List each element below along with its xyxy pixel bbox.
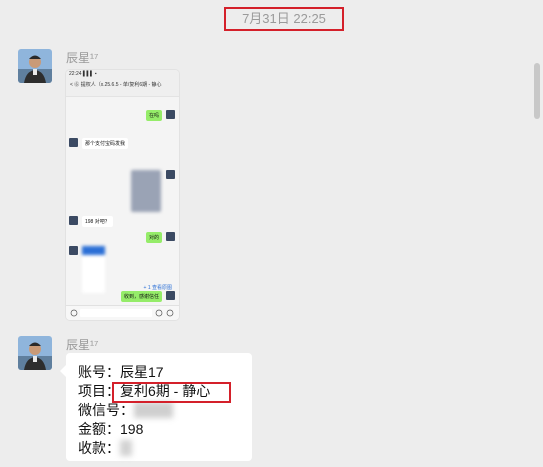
amount-value: 198 (120, 421, 144, 437)
screenshot-bubble: 对的 (145, 232, 162, 243)
screenshot-bubble: 198 对吧？ (82, 216, 113, 227)
sender-avatar[interactable] (18, 49, 52, 83)
screenshot-statusbar: 22:24 ▌▌▌ ▪ (69, 71, 97, 77)
screenshot-avatar (166, 170, 175, 179)
account-label: 账号： (78, 364, 120, 380)
account-value: 辰星17 (120, 364, 164, 380)
screenshot-avatar (166, 291, 175, 300)
screenshot-blurred-image (131, 170, 161, 212)
screenshot-input-bar (66, 305, 179, 320)
screenshot-chat-name: < ⑥ 提权人（x.25.6.5 - 单/复利6期 - 静心 (70, 82, 162, 88)
payee-value (120, 440, 132, 456)
screenshot-avatar (69, 138, 78, 147)
message-bubble[interactable]: 账号：辰星17 项目：复利6期 - 静心 微信号： 金额：198 收款： (60, 353, 252, 461)
scrollbar-thumb[interactable] (534, 63, 540, 119)
amount-label: 金额： (78, 421, 120, 437)
screenshot-avatar (166, 110, 175, 119)
screenshot-bubble: 那个支付宝码发我 (82, 138, 129, 149)
wechat-id-value (134, 402, 173, 418)
screenshot-blurred-card (82, 246, 105, 293)
sender-name: 辰星¹⁷ (66, 51, 99, 65)
wechat-id-label: 微信号： (78, 402, 134, 418)
screenshot-bubble: 收到，感谢信任 (120, 291, 162, 302)
sender-name: 辰星¹⁷ (66, 338, 99, 352)
payee-line: 收款： (78, 439, 132, 457)
account-line: 账号：辰星17 (78, 363, 164, 381)
screenshot-bubble: 在吗 (145, 110, 162, 121)
payee-label: 收款： (78, 440, 120, 456)
screenshot-image[interactable]: 22:24 ▌▌▌ ▪ < ⑥ 提权人（x.25.6.5 - 单/复利6期 - … (66, 70, 179, 320)
screenshot-avatar (69, 216, 78, 225)
sender-avatar[interactable] (18, 336, 52, 370)
screenshot-avatar (69, 246, 78, 255)
screenshot-header: 22:24 ▌▌▌ ▪ < ⑥ 提权人（x.25.6.5 - 单/复利6期 - … (66, 70, 179, 97)
highlight-box (112, 382, 231, 403)
wechat-id-line: 微信号： (78, 401, 173, 419)
screenshot-avatar (166, 232, 175, 241)
amount-line: 金额：198 (78, 420, 143, 438)
message-row: 辰星¹⁷ 22:24 ▌▌▌ ▪ < ⑥ 提权人（x.25.6.5 - 单/复利… (0, 0, 543, 330)
